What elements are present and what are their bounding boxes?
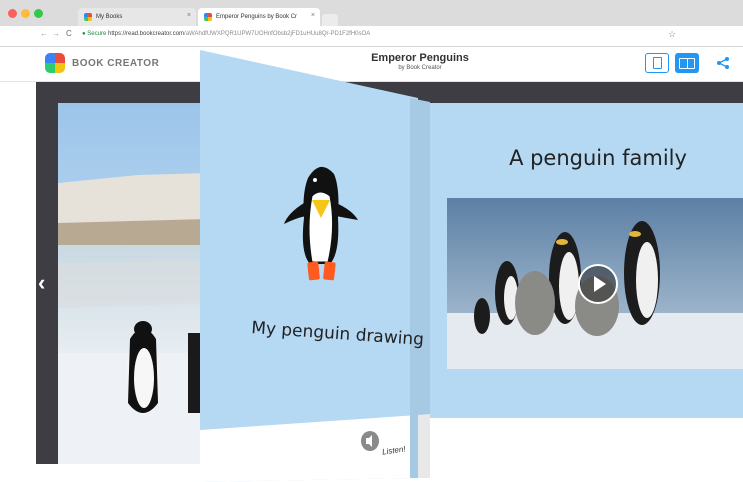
- forward-arrow-icon[interactable]: →: [52, 29, 60, 38]
- share-icon: [717, 57, 729, 69]
- single-page-icon: [652, 57, 662, 69]
- tab-my-books[interactable]: My Books ×: [78, 8, 196, 26]
- tab-close-icon[interactable]: ×: [187, 12, 191, 19]
- video-play-button[interactable]: [578, 264, 618, 304]
- tab-label: Emperor Penguins by Book Cr: [216, 14, 298, 20]
- address-bar: ← → C ● Secure https://read.bookcreator.…: [0, 26, 743, 47]
- penguin-ice-photo: [58, 103, 208, 464]
- url-path: /aWAhdfUWXPQR1UPW7UOHnfObsb2jFD1uHUu8Qr-…: [184, 31, 371, 37]
- double-page-icon: [679, 57, 695, 69]
- double-page-view-button[interactable]: [675, 53, 699, 73]
- lock-icon: ●: [82, 31, 86, 37]
- url-field[interactable]: ● Secure https://read.bookcreator.com/aW…: [82, 31, 370, 37]
- speaker-icon: [361, 431, 379, 451]
- book-creator-logo-icon[interactable]: [45, 53, 65, 73]
- single-page-view-button[interactable]: [645, 53, 669, 73]
- back-arrow-icon[interactable]: ←: [40, 29, 48, 38]
- tab-emperor-penguins[interactable]: Emperor Penguins by Book Cr ×: [198, 8, 320, 26]
- new-tab-button[interactable]: [322, 14, 338, 26]
- book-creator-favicon-icon: [204, 13, 212, 21]
- bookmark-star-icon[interactable]: ☆: [668, 29, 676, 40]
- right-page-title: A penguin family: [509, 146, 687, 170]
- tab-close-icon[interactable]: ×: [311, 12, 315, 19]
- book-creator-favicon-icon: [84, 13, 92, 21]
- minimize-window-button[interactable]: [21, 9, 30, 18]
- tab-label: My Books: [96, 14, 123, 20]
- url-host: https://read.bookcreator.com: [107, 31, 185, 37]
- browser-tab-bar: My Books × Emperor Penguins by Book Cr ×: [0, 0, 743, 26]
- close-window-button[interactable]: [8, 9, 17, 18]
- previous-page-chevron-icon[interactable]: ‹: [38, 270, 45, 296]
- maximize-window-button[interactable]: [34, 9, 43, 18]
- share-button[interactable]: [716, 56, 740, 72]
- play-icon: [594, 276, 606, 292]
- secure-label: Secure: [87, 31, 107, 37]
- listen-button[interactable]: [360, 430, 380, 457]
- reload-icon[interactable]: C: [66, 29, 72, 38]
- penguin-drawing: [284, 166, 358, 281]
- right-page-bottom: [418, 418, 743, 464]
- brand-name: BOOK CREATOR: [72, 58, 160, 69]
